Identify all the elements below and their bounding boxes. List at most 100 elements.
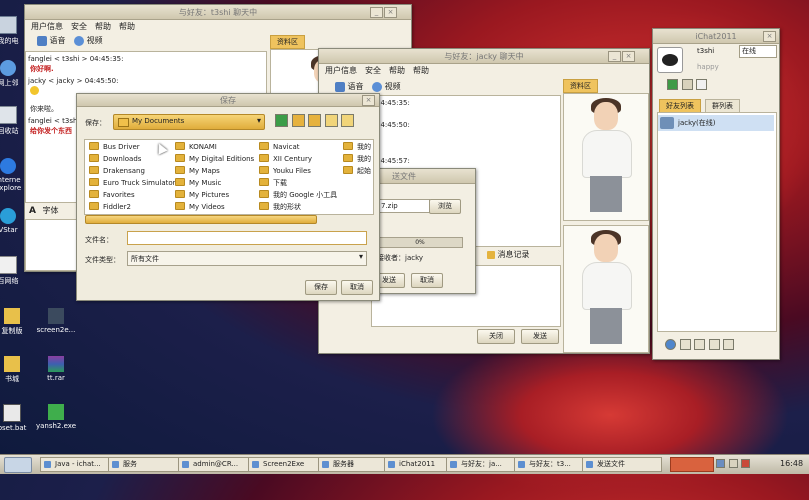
contacts-icon[interactable] (681, 79, 693, 90)
antivirus-tray-icon[interactable] (741, 459, 751, 468)
location-select[interactable]: My Documents ▾ (113, 114, 265, 130)
title-bar: iChat2011 × (653, 29, 779, 44)
settings-icon[interactable] (708, 339, 720, 350)
voice-button[interactable]: 语音 (50, 36, 66, 45)
list-item[interactable]: Bus Driver (89, 142, 140, 151)
status-value: 在线 (742, 47, 756, 55)
desktop-icon-books[interactable]: 书城 (0, 356, 34, 384)
list-item[interactable]: My Videos (175, 202, 225, 211)
nav-buttons (275, 114, 355, 129)
video-button[interactable]: 视频 (87, 36, 103, 45)
details-view-icon[interactable] (341, 114, 355, 127)
list-item[interactable]: 起始 (343, 166, 371, 176)
tab-profile[interactable]: 资料区 (563, 79, 598, 93)
back-icon[interactable] (667, 79, 678, 90)
back-icon[interactable] (275, 114, 288, 127)
menu-user-info[interactable]: 用户信息 (31, 21, 63, 32)
list-item[interactable]: Youku Files (259, 166, 311, 175)
folder-icon (343, 142, 353, 150)
desktop-icon-pset-bat[interactable]: pset.bat (0, 404, 34, 432)
folder-icon (89, 142, 99, 150)
folder-icon (175, 154, 185, 162)
list-item[interactable]: KONAMI (175, 142, 217, 151)
start-button[interactable] (4, 457, 32, 473)
list-item[interactable]: XII Century (259, 154, 312, 163)
menu-help[interactable]: 帮助 (389, 65, 405, 76)
font-icon[interactable]: A (29, 206, 36, 216)
list-item[interactable]: Euro Truck Simulator (89, 178, 176, 187)
camera-icon[interactable] (372, 81, 383, 92)
list-item[interactable]: 我的 Google 小工具 (259, 190, 337, 200)
network-tray-icon[interactable] (716, 459, 725, 468)
close-chat-button[interactable]: 关闭 (477, 329, 515, 344)
menu-help[interactable]: 帮助 (95, 21, 111, 32)
camera-icon[interactable] (74, 35, 85, 46)
menu-help-2[interactable]: 帮助 (119, 21, 135, 32)
desktop-icon-yansh2-exe[interactable]: yansh2.exe (34, 404, 78, 430)
list-item[interactable]: 我的 (343, 142, 371, 152)
taskbar-item[interactable]: 发送文件 (582, 457, 662, 472)
volume-tray-icon[interactable] (728, 459, 738, 468)
new-folder-icon[interactable] (308, 114, 322, 127)
scrollbar-thumb[interactable] (85, 215, 317, 224)
globe-icon[interactable] (665, 339, 676, 350)
list-item[interactable]: My Music (175, 178, 221, 187)
list-view-icon[interactable] (324, 114, 338, 127)
save-button[interactable]: 保存 (305, 280, 337, 295)
transfer-cancel-button[interactable]: 取消 (411, 273, 443, 288)
list-item[interactable]: My Maps (175, 166, 220, 175)
list-item[interactable]: 下载 (259, 178, 287, 188)
list-item[interactable]: Favorites (89, 190, 135, 199)
list-item[interactable]: Fiddler2 (89, 202, 131, 211)
message-body: 你好啊. (30, 65, 54, 73)
desktop-icon-copy[interactable]: 复制版 (0, 308, 34, 336)
status-select[interactable]: 在线 (739, 45, 777, 58)
filename-input[interactable] (127, 231, 367, 245)
tray-input-indicator[interactable] (670, 457, 714, 472)
filetype-select[interactable]: 所有文件 ▾ (127, 251, 367, 266)
music-icon[interactable] (679, 339, 691, 350)
mail-icon[interactable] (696, 79, 708, 90)
list-item[interactable]: Navicat (259, 142, 300, 151)
menu-user-info[interactable]: 用户信息 (325, 65, 357, 76)
screen2exe-icon (48, 308, 64, 324)
list-item[interactable]: My Pictures (175, 190, 229, 199)
microphone-icon[interactable] (335, 81, 345, 92)
close-button[interactable]: × (622, 51, 635, 62)
cancel-button[interactable]: 取消 (341, 280, 373, 295)
friend-name: jacky(在线) (678, 119, 716, 127)
file-path-input[interactable]: 7.zip (377, 199, 430, 213)
menu-help-2[interactable]: 帮助 (413, 65, 429, 76)
tab-profile[interactable]: 资料区 (270, 35, 305, 49)
menu-security[interactable]: 安全 (71, 21, 87, 32)
send-button[interactable]: 发送 (521, 329, 559, 344)
minimize-button[interactable]: _ (370, 7, 383, 18)
games-icon[interactable] (723, 339, 735, 350)
list-item[interactable]: jacky(在线) (658, 115, 774, 131)
voice-button[interactable]: 语音 (348, 82, 364, 91)
title-bar: 与好友：jacky 聊天中 _ × (319, 49, 649, 64)
list-item[interactable]: 我的 (343, 154, 371, 164)
close-button[interactable]: × (763, 31, 776, 42)
list-item[interactable]: 我的形状 (259, 202, 301, 212)
browse-button[interactable]: 浏览 (429, 199, 461, 214)
font-button[interactable]: 字体 (43, 206, 59, 215)
close-button[interactable]: × (384, 7, 397, 18)
minimize-button[interactable]: _ (608, 51, 621, 62)
list-item[interactable]: Drakensang (89, 166, 145, 175)
tab-friend-list[interactable]: 好友列表 (659, 99, 701, 113)
microphone-icon[interactable] (37, 35, 47, 46)
toolbar: 语音 视频 (335, 81, 401, 92)
search-icon[interactable] (694, 339, 706, 350)
list-item[interactable]: My Digital Editions (175, 154, 254, 163)
close-button[interactable]: × (362, 95, 375, 106)
video-button[interactable]: 视频 (385, 82, 401, 91)
history-button[interactable]: 消息记录 (487, 249, 530, 260)
tab-group-list[interactable]: 群列表 (705, 99, 740, 113)
desktop-icon-tt-rar[interactable]: tt.rar (34, 356, 78, 382)
menu-security[interactable]: 安全 (365, 65, 381, 76)
desktop-icon-screen2exe[interactable]: screen2e... (34, 308, 78, 334)
list-item[interactable]: Downloads (89, 154, 141, 163)
up-folder-icon[interactable] (291, 114, 305, 127)
recycle-bin-icon (0, 106, 17, 124)
